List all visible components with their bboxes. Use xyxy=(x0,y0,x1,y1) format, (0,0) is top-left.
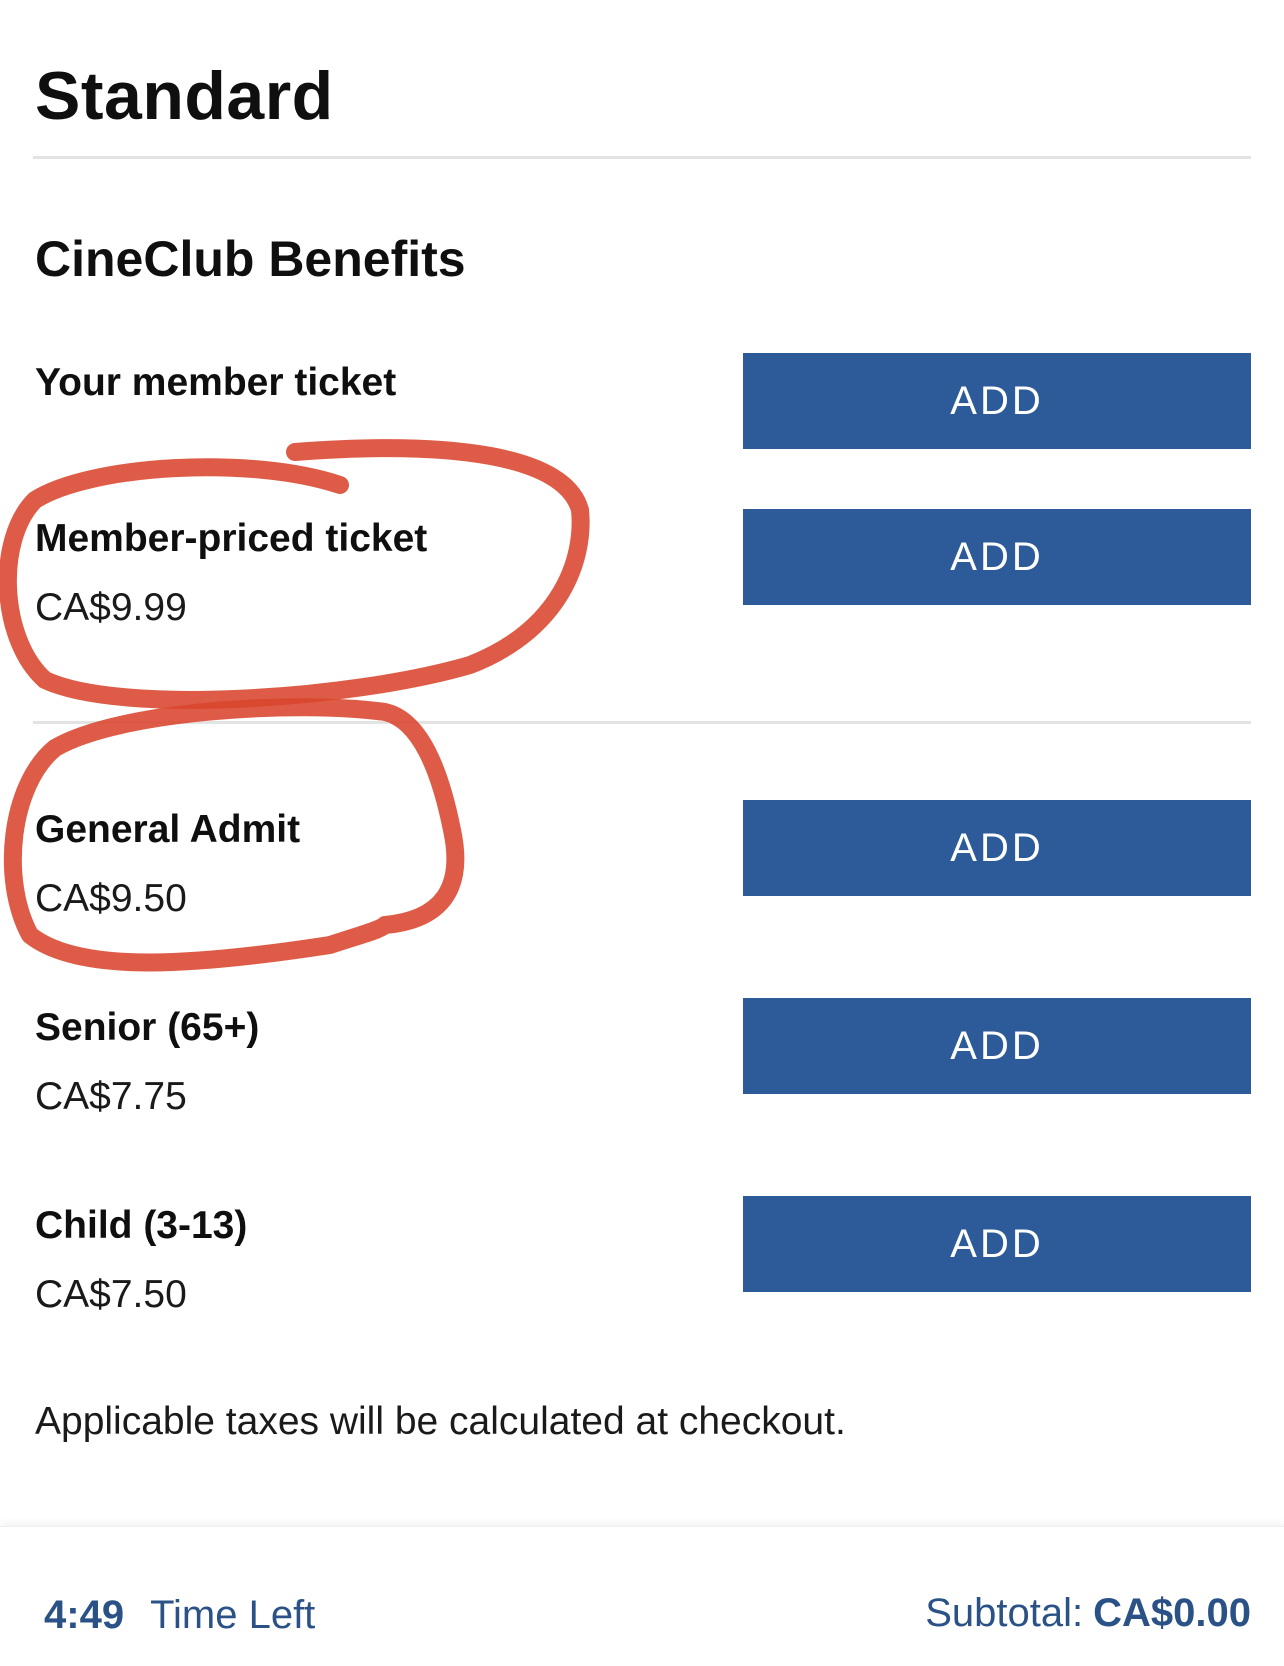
subtotal-amount: CA$0.00 xyxy=(1093,1591,1251,1635)
add-button-child[interactable]: ADD xyxy=(743,1196,1251,1292)
ticket-price-general-admit: CA$9.50 xyxy=(35,877,187,920)
ticket-name-senior: Senior (65+) xyxy=(35,1006,260,1049)
ticket-price-member-priced: CA$9.99 xyxy=(35,586,187,629)
annotation-circle-member-priced xyxy=(0,439,590,709)
page-title: Standard xyxy=(35,58,334,134)
header-divider xyxy=(33,156,1251,159)
subtotal-label: Subtotal: xyxy=(925,1591,1084,1635)
ticket-price-senior: CA$7.75 xyxy=(35,1075,187,1118)
subtotal: Subtotal: CA$0.00 xyxy=(925,1588,1251,1638)
add-button-member-priced[interactable]: ADD xyxy=(743,509,1251,605)
add-button-member-ticket[interactable]: ADD xyxy=(743,353,1251,449)
ticket-name-child: Child (3-13) xyxy=(35,1204,248,1247)
taxes-note: Applicable taxes will be calculated at c… xyxy=(35,1400,846,1443)
countdown-timer: 4:49 Time Left xyxy=(44,1590,315,1640)
section-divider xyxy=(33,721,1251,724)
add-button-senior[interactable]: ADD xyxy=(743,998,1251,1094)
ticket-name-member: Your member ticket xyxy=(35,361,397,404)
ticket-name-general-admit: General Admit xyxy=(35,808,301,851)
ticket-price-child: CA$7.50 xyxy=(35,1273,187,1316)
timer-label: Time Left xyxy=(150,1593,316,1637)
ticket-name-member-priced: Member-priced ticket xyxy=(35,517,428,560)
add-button-general-admit[interactable]: ADD xyxy=(743,800,1251,896)
timer-value: 4:49 xyxy=(44,1593,125,1637)
section-title: CineClub Benefits xyxy=(35,231,466,287)
